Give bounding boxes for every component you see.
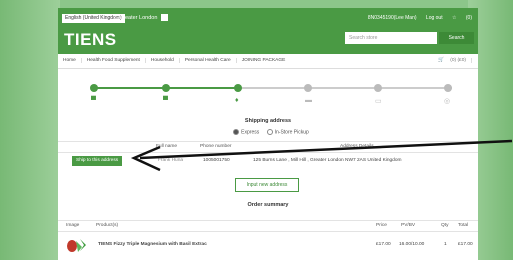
annotation-arrow	[130, 139, 513, 172]
